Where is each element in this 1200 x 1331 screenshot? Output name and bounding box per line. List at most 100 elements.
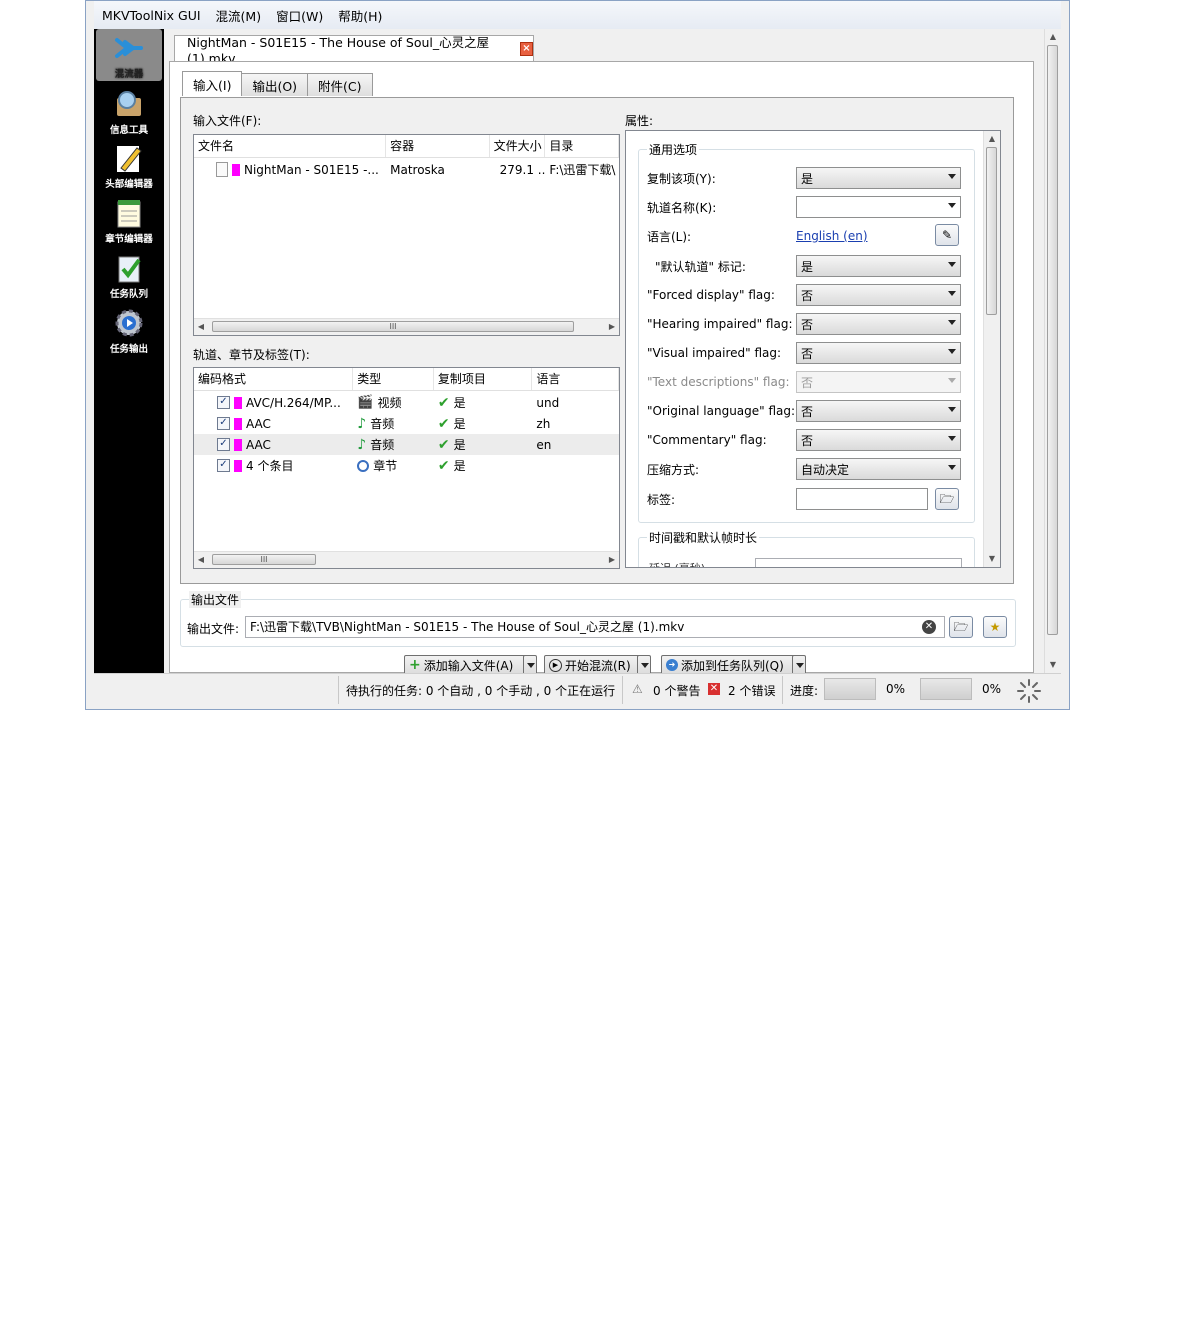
track-checkbox[interactable]: ✓ (217, 438, 230, 451)
properties-vscrollbar[interactable]: ▲ ▼ (983, 131, 1000, 567)
track-type: 视频 (377, 396, 402, 410)
document-tab[interactable]: NightMan - S01E15 - The House of Soul_心灵… (174, 35, 534, 66)
column-directory[interactable]: 目录 (545, 135, 619, 157)
language-link[interactable]: English (en) (796, 229, 868, 243)
scroll-right-icon[interactable]: ▶ (605, 552, 619, 568)
compression-combo[interactable]: 自动决定 (796, 458, 961, 480)
sidebar-label: 头部编辑器 (105, 179, 153, 190)
recent-folders-button[interactable]: ★ (983, 616, 1007, 638)
statusbar: 待执行的任务: 0 个自动 , 0 个手动 , 0 个正在运行 ⚠ 0 个警告 … (94, 673, 1061, 706)
tags-input[interactable] (796, 488, 928, 510)
combo-value: 否 (801, 317, 814, 332)
color-marker (232, 163, 240, 176)
tracks-hscrollbar[interactable]: ◀ III ▶ (194, 551, 619, 568)
copy-item-combo[interactable]: 是 (796, 167, 961, 189)
window-vscrollbar[interactable]: ▲ ▼ (1044, 29, 1062, 673)
scroll-left-icon[interactable]: ◀ (194, 319, 208, 335)
tab-attachments[interactable]: 附件(C) (307, 73, 373, 96)
start-mux-dropdown[interactable] (637, 655, 651, 675)
scroll-right-icon[interactable]: ▶ (605, 319, 619, 335)
close-tab-icon[interactable]: × (519, 41, 533, 56)
menu-help[interactable]: 帮助(H) (338, 6, 382, 25)
start-mux-button[interactable]: ▶ 开始混流(R) (544, 655, 640, 675)
track-row[interactable]: ✓ AAC ♪ 音频 ✔ 是 zh (194, 413, 619, 434)
column-size[interactable]: 文件大小 (490, 135, 546, 157)
prop-label: "Commentary" flag: (647, 433, 767, 447)
browse-tags-button[interactable]: 🗁 (935, 488, 959, 510)
visual-impaired-combo[interactable]: 否 (796, 342, 961, 364)
combo-value: 否 (801, 288, 814, 303)
busy-spinner-icon (1016, 678, 1042, 707)
scroll-thumb[interactable]: III (212, 554, 316, 565)
menu-app[interactable]: MKVToolNix GUI (102, 8, 201, 23)
prop-label: "Original language" flag: (647, 404, 796, 418)
track-codec: AAC (246, 416, 271, 431)
track-checkbox[interactable]: ✓ (217, 459, 230, 472)
sidebar-item-header-editor[interactable]: 头部编辑器 (96, 139, 162, 191)
column-filename[interactable]: 文件名 (194, 135, 387, 157)
prop-row-text-descriptions: "Text descriptions" flag: 否 (647, 370, 967, 394)
sidebar-item-info-tool[interactable]: 信息工具 (96, 85, 162, 137)
output-path-input[interactable]: F:\迅雷下载\TVB\NightMan - S01E15 - The Hous… (245, 616, 945, 638)
add-input-dropdown[interactable] (523, 655, 537, 675)
track-row[interactable]: ✓ AVC/H.264/MP... 🎬 视频 ✔ 是 und (194, 392, 619, 413)
chevron-down-icon (948, 320, 956, 325)
tab-output[interactable]: 输出(O) (241, 73, 309, 96)
combo-value: 否 (801, 433, 814, 448)
hearing-impaired-combo[interactable]: 否 (796, 313, 961, 335)
menu-window[interactable]: 窗口(W) (276, 6, 323, 25)
prop-label: 压缩方式: (647, 462, 700, 477)
menu-mux[interactable]: 混流(M) (216, 6, 262, 25)
sidebar-item-chapter-editor[interactable]: 章节编辑器 (96, 194, 162, 246)
sidebar-item-job-queue[interactable]: 任务队列 (96, 249, 162, 301)
column-container[interactable]: 容器 (386, 135, 490, 157)
add-to-queue-dropdown[interactable] (792, 655, 806, 675)
clear-icon[interactable]: ✕ (922, 620, 936, 634)
commentary-combo[interactable]: 否 (796, 429, 961, 451)
input-files-hscrollbar[interactable]: ◀ III ▶ (194, 318, 619, 335)
scroll-down-icon[interactable]: ▼ (985, 551, 999, 567)
prop-label: "Forced display" flag: (647, 288, 775, 302)
default-track-combo[interactable]: 是 (796, 255, 961, 277)
scroll-down-icon[interactable]: ▼ (1046, 657, 1060, 673)
scroll-thumb[interactable] (986, 147, 997, 315)
scroll-up-icon[interactable]: ▲ (985, 131, 999, 147)
sidebar-item-job-output[interactable]: 任务输出 (96, 304, 162, 356)
input-file-size: 279.1 ... (499, 162, 546, 177)
track-row[interactable]: ✓ AAC ♪ 音频 ✔ 是 en (194, 434, 619, 455)
timestamps-group: 时间戳和默认帧时长 延迟 (毫秒) (638, 529, 975, 567)
track-checkbox[interactable]: ✓ (217, 417, 230, 430)
track-name-combo[interactable] (796, 196, 961, 218)
track-row[interactable]: ✓ 4 个条目 章节 ✔ 是 (194, 455, 619, 476)
track-checkbox[interactable]: ✓ (217, 396, 230, 409)
errors-count[interactable]: 2 个错误 (728, 682, 775, 699)
track-language: und (536, 395, 560, 410)
scroll-up-icon[interactable]: ▲ (1046, 29, 1060, 45)
add-input-files-button[interactable]: + 添加输入文件(A) (404, 655, 526, 675)
scroll-left-icon[interactable]: ◀ (194, 552, 208, 568)
original-language-combo[interactable]: 否 (796, 400, 961, 422)
forced-display-combo[interactable]: 否 (796, 284, 961, 306)
column-language[interactable]: 语言 (532, 368, 619, 390)
add-to-queue-button[interactable]: ➜ 添加到任务队列(Q) (661, 655, 795, 675)
magnifier-icon (113, 88, 145, 120)
browse-output-button[interactable]: 🗁 (949, 616, 973, 638)
column-copy[interactable]: 复制项目 (434, 368, 533, 390)
delay-input[interactable] (755, 558, 962, 567)
prop-row-track-name: 轨道名称(K): (647, 195, 967, 219)
scroll-thumb[interactable]: III (212, 321, 574, 332)
input-files-list[interactable]: 文件名 容器 文件大小 目录 NightMan - S01E15 -... Ma… (193, 134, 620, 336)
input-file-row[interactable]: NightMan - S01E15 -... Matroska 279.1 ..… (194, 159, 619, 180)
track-type: 音频 (370, 438, 395, 452)
scroll-thumb[interactable] (1047, 45, 1058, 635)
column-codec[interactable]: 编码格式 (194, 368, 354, 390)
warnings-count[interactable]: 0 个警告 (653, 682, 700, 699)
column-type[interactable]: 类型 (353, 368, 434, 390)
track-type: 音频 (370, 417, 395, 431)
edit-language-button[interactable]: ✎ (935, 224, 959, 246)
tab-input[interactable]: 输入(I) (182, 71, 243, 96)
tracks-list[interactable]: 编码格式 类型 复制项目 语言 ✓ AVC/H.264/MP... 🎬 视频 ✔ 是 … (193, 367, 620, 569)
sidebar-item-merger[interactable]: 混流器 (96, 29, 162, 81)
prop-row-forced-display: "Forced display" flag: 否 (647, 283, 967, 307)
pending-jobs-status[interactable]: 待执行的任务: 0 个自动 , 0 个手动 , 0 个正在运行 (346, 682, 615, 699)
